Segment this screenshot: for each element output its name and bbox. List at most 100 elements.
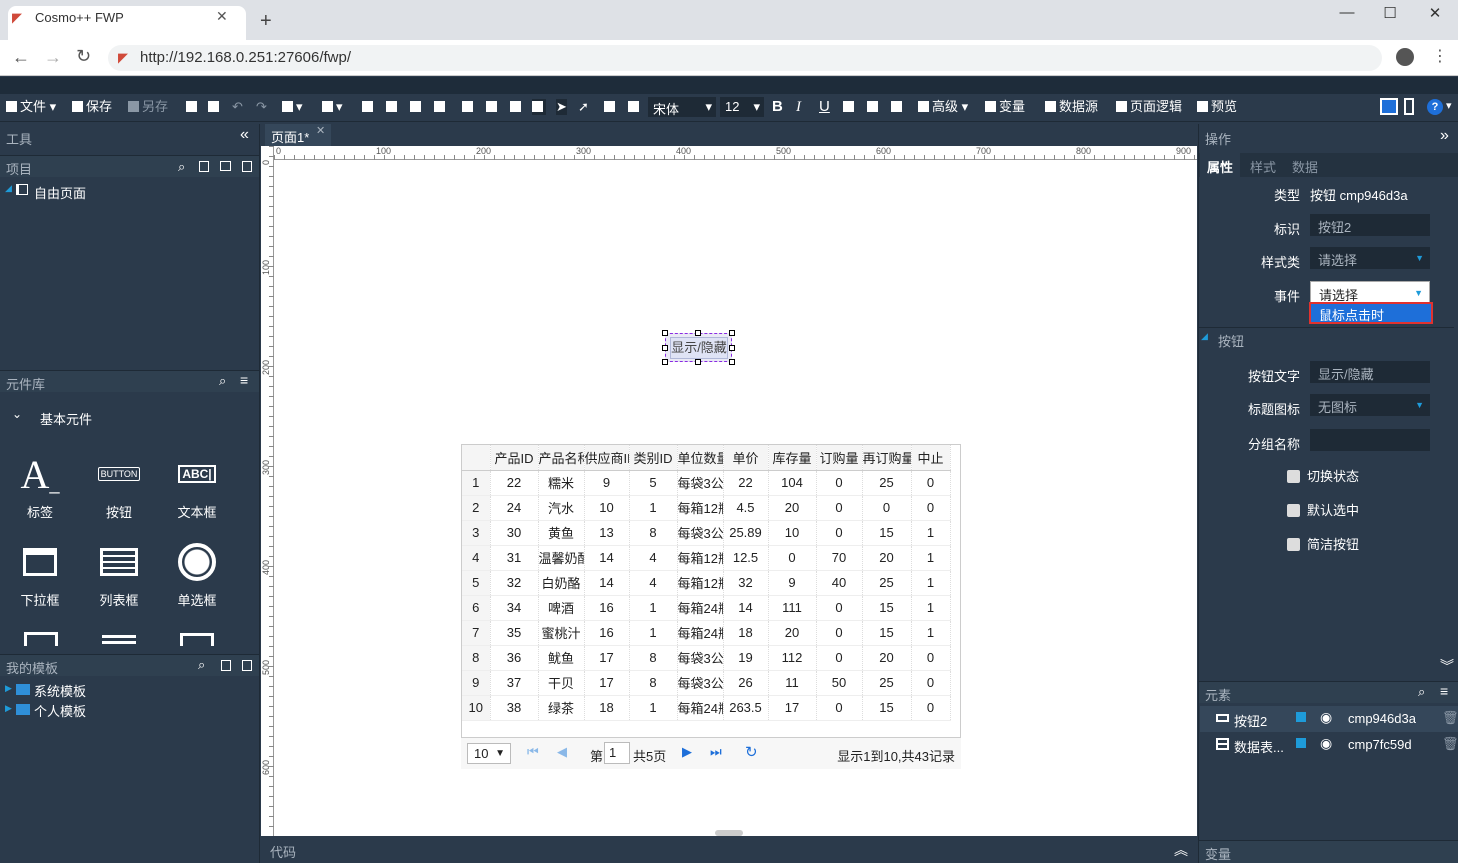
id-field[interactable]: 按钮2 [1310,214,1430,236]
bring-front-icon[interactable] [362,99,376,115]
resize-handle-w[interactable] [662,345,668,351]
page-size-select[interactable]: 10 ▼ [467,743,511,764]
table-row[interactable]: 735蜜桃汁161每箱24瓶18200151 [462,620,951,646]
font-size-select[interactable]: 12 ▾ [720,97,764,117]
tab-properties[interactable]: 属性 [1200,153,1240,177]
component-button[interactable]: BUTTON 按钮 [89,450,149,521]
group-icon[interactable] [510,99,524,115]
eye-icon[interactable]: ◉ [1320,709,1332,726]
default-selected-checkbox[interactable]: 默认选中 [1287,500,1359,519]
checkbox-component-icon[interactable] [24,632,58,646]
table-row[interactable]: 634啤酒161每箱24瓶141110151 [462,595,951,621]
code-bar[interactable]: 代码 ︽ [261,836,1198,863]
project-search-icon[interactable]: ⌕ [178,159,185,175]
resize-handle-s[interactable] [695,359,701,365]
component-radio[interactable]: 单选框 [167,538,227,609]
resize-handle-ne[interactable] [729,330,735,336]
delete-icon[interactable]: 🗑 [1442,710,1458,726]
expand-down-icon[interactable]: ︾ [1440,656,1454,676]
grid-column-header[interactable]: 产品ID [490,445,539,471]
ungroup-icon[interactable] [532,99,546,115]
mobile-view-icon[interactable] [1404,98,1414,115]
btn-text-field[interactable]: 显示/隐藏 [1310,361,1430,383]
section-collapse-icon[interactable]: ◢ [1201,331,1208,342]
element-row[interactable]: 数据表... ◉ cmp7fc59d 🗑 [1200,732,1458,758]
expand-up-icon[interactable]: ︽ [1174,840,1188,860]
maximize-button[interactable]: ☐ [1375,4,1405,24]
unlock-icon[interactable] [1296,738,1306,748]
panel-component-icon[interactable] [180,633,214,646]
resize-handle-e[interactable] [729,345,735,351]
text-align-left-icon[interactable] [843,99,857,115]
tree-item-free-page[interactable]: 自由页面 [34,183,86,202]
tree-expand-icon[interactable]: ◢ [5,183,12,194]
page-logic-button[interactable]: 页面逻辑 [1116,99,1182,115]
component-search-icon[interactable]: ⌕ [219,373,226,389]
text-align-right-icon[interactable] [891,99,905,115]
tree-collapsed-icon[interactable]: ▶ [5,683,12,694]
save-button[interactable]: 保存 [72,99,112,115]
tab-close-icon[interactable]: ✕ [216,8,228,25]
style-class-select[interactable]: 请选择 ▼ [1310,247,1430,269]
send-back-icon[interactable] [386,99,400,115]
group-name-field[interactable] [1310,429,1430,451]
align-right-page-icon[interactable] [208,99,222,115]
data-grid[interactable]: 产品ID产品名称供应商ID类别ID单位数量单价库存量订购量再订购量中止 122糯… [461,444,961,769]
canvas-button[interactable]: 显示/隐藏 [670,337,728,359]
resize-handle-nw[interactable] [662,330,668,336]
bring-forward-icon[interactable] [410,99,424,115]
grid-column-header[interactable]: 产品名称 [538,445,585,471]
last-page-icon[interactable]: ⏭ [710,744,722,760]
component-label[interactable]: A _ 标签 [10,450,70,521]
simple-button-checkbox[interactable]: 简洁按钮 [1287,534,1359,553]
grid-column-header[interactable]: 订购量 [816,445,863,471]
template-search-icon[interactable]: ⌕ [198,657,205,673]
next-page-icon[interactable]: ▶ [682,744,692,760]
collapse-left-icon[interactable]: « [240,126,249,144]
event-option-click[interactable]: 鼠标点击时 [1311,304,1431,323]
grid-column-header[interactable]: 再订购量 [862,445,912,471]
collapse-right-icon[interactable]: » [1440,127,1449,145]
title-icon-select[interactable]: 无图标 ▼ [1310,394,1430,416]
table-row[interactable]: 330黄鱼138每袋3公斤25.89100151 [462,520,951,546]
element-search-icon[interactable]: ⌕ [1418,684,1425,700]
new-folder-icon[interactable] [220,161,231,171]
fill-color-icon[interactable] [604,99,618,115]
divider-component-icon[interactable] [102,635,136,646]
resize-handle-n[interactable] [695,330,701,336]
component-menu-icon[interactable]: ≡ [240,372,248,388]
advanced-menu[interactable]: 高级 ▾ [918,99,968,115]
chevron-down-icon[interactable]: ⌄ [12,407,22,421]
first-page-icon[interactable]: ⏮ [527,744,539,760]
page-number-input[interactable]: 1 [604,742,630,764]
eye-icon[interactable]: ◉ [1320,735,1332,752]
tree-collapsed-icon[interactable]: ▶ [5,703,12,714]
resize-handle-se[interactable] [729,359,735,365]
prev-page-icon[interactable]: ◀ [557,744,567,760]
connector-icon[interactable]: ➚ [578,99,589,115]
grid-column-header[interactable]: 中止 [911,445,951,471]
redo-icon[interactable]: ↷ [256,99,267,115]
desktop-view-icon[interactable] [1380,98,1398,115]
import-page-icon[interactable] [242,161,252,172]
table-row[interactable]: 224汽水101每箱12瓶4.520000 [462,495,951,521]
grid-column-header[interactable]: 库存量 [768,445,817,471]
tree-item-system-templates[interactable]: 系统模板 [34,681,86,700]
underline-button[interactable]: U [819,99,830,115]
profile-icon[interactable] [1396,48,1414,66]
component-textbox[interactable]: ABC| 文本框 [167,450,227,521]
help-icon[interactable]: ? [1427,99,1443,115]
table-row[interactable]: 1038绿茶181每箱24瓶263.5170150 [462,695,951,721]
save-as-button[interactable]: 另存 [128,99,168,115]
table-row[interactable]: 836鱿鱼178每袋3公斤191120200 [462,645,951,671]
tree-item-personal-templates[interactable]: 个人模板 [34,701,86,720]
tab-close-icon[interactable]: ✕ [316,124,325,137]
unlock-icon[interactable] [1296,712,1306,722]
datasource-button[interactable]: 数据源 [1045,99,1098,115]
undo-icon[interactable]: ↶ [232,99,243,115]
grid-column-header[interactable]: 单价 [723,445,769,471]
component-listbox[interactable]: 列表框 [89,538,149,609]
preview-button[interactable]: 预览 [1197,99,1237,115]
element-menu-icon[interactable]: ≡ [1440,683,1448,699]
delete-icon[interactable]: 🗑 [1442,736,1458,752]
